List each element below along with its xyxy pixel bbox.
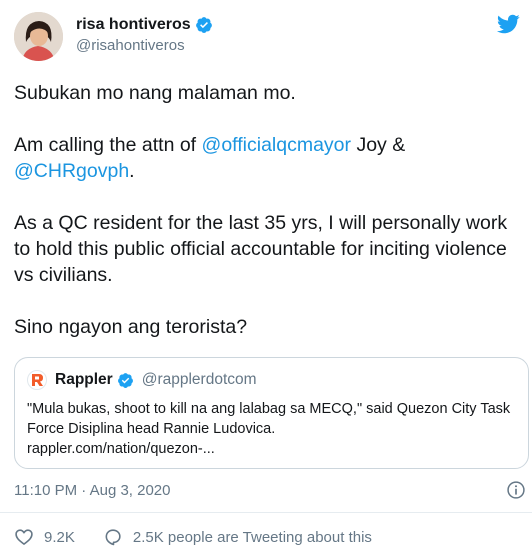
rappler-logo-icon (27, 370, 47, 390)
tweet-text-segment: . (129, 160, 135, 182)
verified-badge-icon (117, 372, 133, 388)
handle[interactable]: @risahontiveros (76, 36, 213, 56)
tweet-text-segment: Sino ngayon ang terorista? (14, 316, 248, 338)
like-count: 9.2K (44, 528, 75, 546)
quoted-tweet-body: "Mula bukas, shoot to kill na ang lalaba… (27, 399, 517, 459)
quoted-handle: @rapplerdotcom (141, 371, 257, 388)
tweet-timestamp[interactable]: 11:10 PM · Aug 3, 2020 (14, 482, 171, 499)
twitter-bird-icon[interactable] (496, 12, 520, 36)
heart-icon (15, 529, 33, 545)
tweet-paragraph: Sino ngayon ang terorista? (14, 314, 520, 340)
like-button[interactable]: 9.2K (14, 527, 75, 547)
tweet-text-segment: As a QC resident for the last 35 yrs, I … (14, 212, 508, 286)
tweet-header: risa hontiveros @risahontiveros (14, 12, 520, 62)
quoted-tweet-text: "Mula bukas, shoot to kill na ang lalaba… (27, 401, 511, 437)
tweet-text-segment: Joy & (351, 134, 406, 156)
divider (0, 512, 532, 513)
tweet-text-segment: Am calling the attn of (14, 134, 202, 156)
mention-link[interactable]: @officialqcmayor (202, 134, 352, 156)
tweet-paragraph: Subukan mo nang malaman mo. (14, 80, 520, 106)
tweeting-about-this-text: 2.5K people are Tweeting about this (132, 528, 372, 546)
speech-bubble-icon (105, 529, 121, 546)
tweet-actions: 9.2K 2.5K people are Tweeting about this (14, 527, 372, 547)
verified-badge-icon (195, 17, 212, 33)
tweeting-about-this-link[interactable]: 2.5K people are Tweeting about this (103, 527, 372, 547)
display-name[interactable]: risa hontiveros (76, 15, 191, 35)
quoted-tweet-card[interactable]: Rappler @rapplerdotcom "Mula bukas, shoo… (14, 357, 529, 469)
avatar-photo (14, 12, 63, 61)
tweet-text-segment: Subukan mo nang malaman mo. (14, 82, 296, 104)
info-icon[interactable] (506, 480, 526, 500)
quoted-tweet-header: Rappler @rapplerdotcom (27, 370, 257, 390)
quoted-display-name: Rappler (55, 371, 113, 388)
mention-link[interactable]: @CHRgovph (14, 160, 129, 182)
tweet-paragraph: As a QC resident for the last 35 yrs, I … (14, 210, 520, 288)
tweet-paragraph: Am calling the attn of @officialqcmayor … (14, 132, 520, 184)
quoted-tweet-link[interactable]: rappler.com/nation/quezon-... (27, 439, 517, 459)
name-row: risa hontiveros (76, 15, 213, 35)
avatar[interactable] (14, 12, 63, 61)
user-info: risa hontiveros @risahontiveros (76, 15, 213, 56)
tweet-text: Subukan mo nang malaman mo. Am calling th… (14, 80, 520, 366)
